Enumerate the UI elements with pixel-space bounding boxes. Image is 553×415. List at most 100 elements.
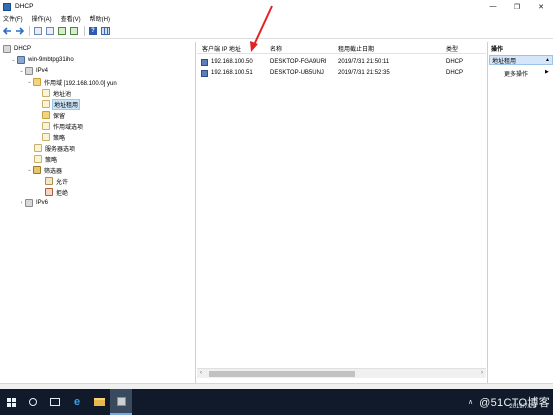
filters-icon — [33, 166, 41, 174]
tree-label: 策略 — [53, 135, 66, 142]
actions-section-address-leases[interactable]: 地址租用 ▲ — [489, 55, 553, 65]
reservations-icon — [42, 111, 50, 119]
help-button[interactable]: ? — [88, 26, 98, 36]
minimize-button[interactable]: — — [481, 0, 505, 13]
table-row[interactable]: 192.168.100.50 DESKTOP-FGA9URI 2019/7/31… — [197, 58, 486, 68]
chevron-down-icon[interactable]: ⌄ — [26, 79, 33, 85]
details-view-icon — [100, 27, 110, 35]
refresh-icon — [58, 27, 66, 35]
windows-logo-icon — [6, 397, 16, 407]
close-button[interactable]: ✕ — [529, 0, 553, 13]
menu-help[interactable]: 帮助(H) — [90, 14, 110, 23]
tree-item-scope[interactable]: ⌄ 作用域 [192.168.100.0] yun — [26, 77, 117, 87]
task-view-icon — [50, 398, 60, 406]
maximize-button[interactable]: ❐ — [505, 0, 529, 13]
cell-ip: 192.168.100.51 — [211, 70, 253, 76]
search-button[interactable] — [22, 389, 44, 415]
cell-expires: 2019/7/31 21:52:35 — [338, 70, 390, 76]
scrollbar-thumb[interactable] — [209, 371, 355, 377]
scroll-left-icon[interactable]: ‹ — [200, 370, 202, 376]
tree-item-deny[interactable]: 拒绝 — [45, 187, 68, 197]
tree-item-policies[interactable]: 策略 — [42, 132, 65, 142]
column-name[interactable]: 名称 — [270, 44, 282, 53]
cell-name: DESKTOP-UB5UNJ — [270, 70, 324, 76]
tree-item-scope-options[interactable]: 作用域选项 — [42, 121, 83, 131]
ipv6-icon — [25, 199, 33, 207]
allow-filter-icon — [45, 177, 53, 185]
tree-item-filters[interactable]: ⌄ 筛选器 — [26, 165, 62, 175]
tree-item-policies-server[interactable]: 策略 — [34, 154, 57, 164]
export-list-button[interactable] — [69, 26, 79, 36]
horizontal-scrollbar[interactable]: ‹ › — [197, 368, 486, 378]
internet-explorer-icon: e — [73, 396, 81, 408]
tree-label: 筛选器 — [44, 168, 63, 175]
dhcp-icon — [116, 396, 126, 406]
tree-label: IPv4 — [36, 68, 49, 74]
submenu-arrow-icon: ▶ — [545, 69, 549, 75]
tree-item-address-pool[interactable]: 地址池 — [42, 88, 71, 98]
scroll-right-icon[interactable]: › — [481, 370, 483, 376]
tree-label: 作用域 [192.168.100.0] yun — [44, 80, 117, 87]
task-view-button[interactable] — [44, 389, 66, 415]
chevron-down-icon[interactable]: ⌄ — [18, 68, 25, 74]
cell-ip: 192.168.100.50 — [211, 59, 253, 65]
table-row[interactable]: 192.168.100.51 DESKTOP-UB5UNJ 2019/7/31 … — [197, 69, 486, 79]
console-tree: DHCP ⌄ win-9mbtpg31iho ⌄ IPv4 ⌄ 作用域 [192… — [0, 42, 196, 383]
folder-icon — [93, 398, 105, 406]
tree-item-server[interactable]: ⌄ win-9mbtpg31iho — [10, 55, 74, 65]
server-icon — [17, 56, 25, 64]
tree-item-allow[interactable]: 允许 — [45, 176, 68, 186]
ie-button[interactable]: e — [66, 389, 88, 415]
menu-action[interactable]: 操作(A) — [32, 14, 52, 23]
export-icon — [70, 27, 78, 35]
cell-type: DHCP — [446, 70, 464, 76]
help-icon: ? — [89, 27, 97, 35]
window-title: DHCP — [15, 3, 34, 10]
view-details-button[interactable] — [100, 26, 110, 36]
tree-label: 保留 — [53, 113, 66, 120]
actions-pane: 操作 地址租用 ▲ 更多操作 ▶ — [487, 42, 553, 383]
clock-date[interactable]: 2019/7/23 — [509, 404, 536, 410]
tree-label: 策略 — [45, 157, 58, 164]
server-options-icon — [34, 144, 42, 152]
column-lease-expiration[interactable]: 租用截止日期 — [338, 44, 374, 53]
refresh-button[interactable] — [57, 26, 67, 36]
column-client-ip[interactable]: 客户端 IP 地址 — [202, 44, 241, 53]
dhcp-taskbar-button[interactable] — [110, 389, 132, 415]
file-explorer-button[interactable] — [88, 389, 110, 415]
client-lease-icon — [201, 59, 208, 66]
chevron-down-icon[interactable]: ⌄ — [10, 57, 17, 63]
system-tray: ∧ @51CTO博客 2019/7/23 — [468, 389, 550, 415]
chevron-right-icon[interactable]: › — [18, 200, 25, 206]
tree-label: IPv6 — [36, 200, 49, 206]
tree-item-server-options[interactable]: 服务器选项 — [34, 143, 75, 153]
forward-button[interactable] — [14, 26, 24, 36]
policies-icon — [34, 155, 42, 163]
toolbar-separator — [29, 26, 30, 36]
tree-item-ipv6[interactable]: › IPv6 — [18, 198, 48, 208]
scope-folder-icon — [33, 78, 41, 86]
column-type[interactable]: 类型 — [446, 44, 458, 53]
chevron-down-icon[interactable]: ⌄ — [26, 167, 33, 173]
show-hide-tree-button[interactable] — [33, 26, 43, 36]
toolbar: ? — [0, 24, 553, 39]
back-button[interactable] — [2, 26, 12, 36]
dhcp-app-icon — [3, 2, 11, 11]
menu-file[interactable]: 文件(F) — [3, 14, 23, 23]
tree-item-dhcp[interactable]: DHCP — [3, 44, 31, 54]
arrow-right-icon — [15, 27, 24, 35]
tree-label: 允许 — [56, 179, 69, 186]
console-tree-icon — [34, 27, 42, 35]
show-hidden-icons-icon[interactable]: ∧ — [468, 398, 473, 406]
list-header: 客户端 IP 地址 名称 租用截止日期 类型 — [197, 42, 486, 54]
tree-item-address-leases[interactable]: 地址租用 — [42, 98, 81, 110]
tree-item-reservations[interactable]: 保留 — [42, 110, 65, 120]
properties-button[interactable] — [45, 26, 55, 36]
start-button[interactable] — [0, 389, 22, 415]
arrow-left-icon — [2, 27, 11, 35]
more-actions-link[interactable]: 更多操作 — [504, 69, 528, 78]
tree-item-ipv4[interactable]: ⌄ IPv4 — [18, 66, 48, 76]
collapse-caret-icon[interactable]: ▲ — [545, 57, 550, 63]
tree-label: 地址租用 — [51, 98, 81, 110]
menu-view[interactable]: 查看(V) — [61, 14, 81, 23]
